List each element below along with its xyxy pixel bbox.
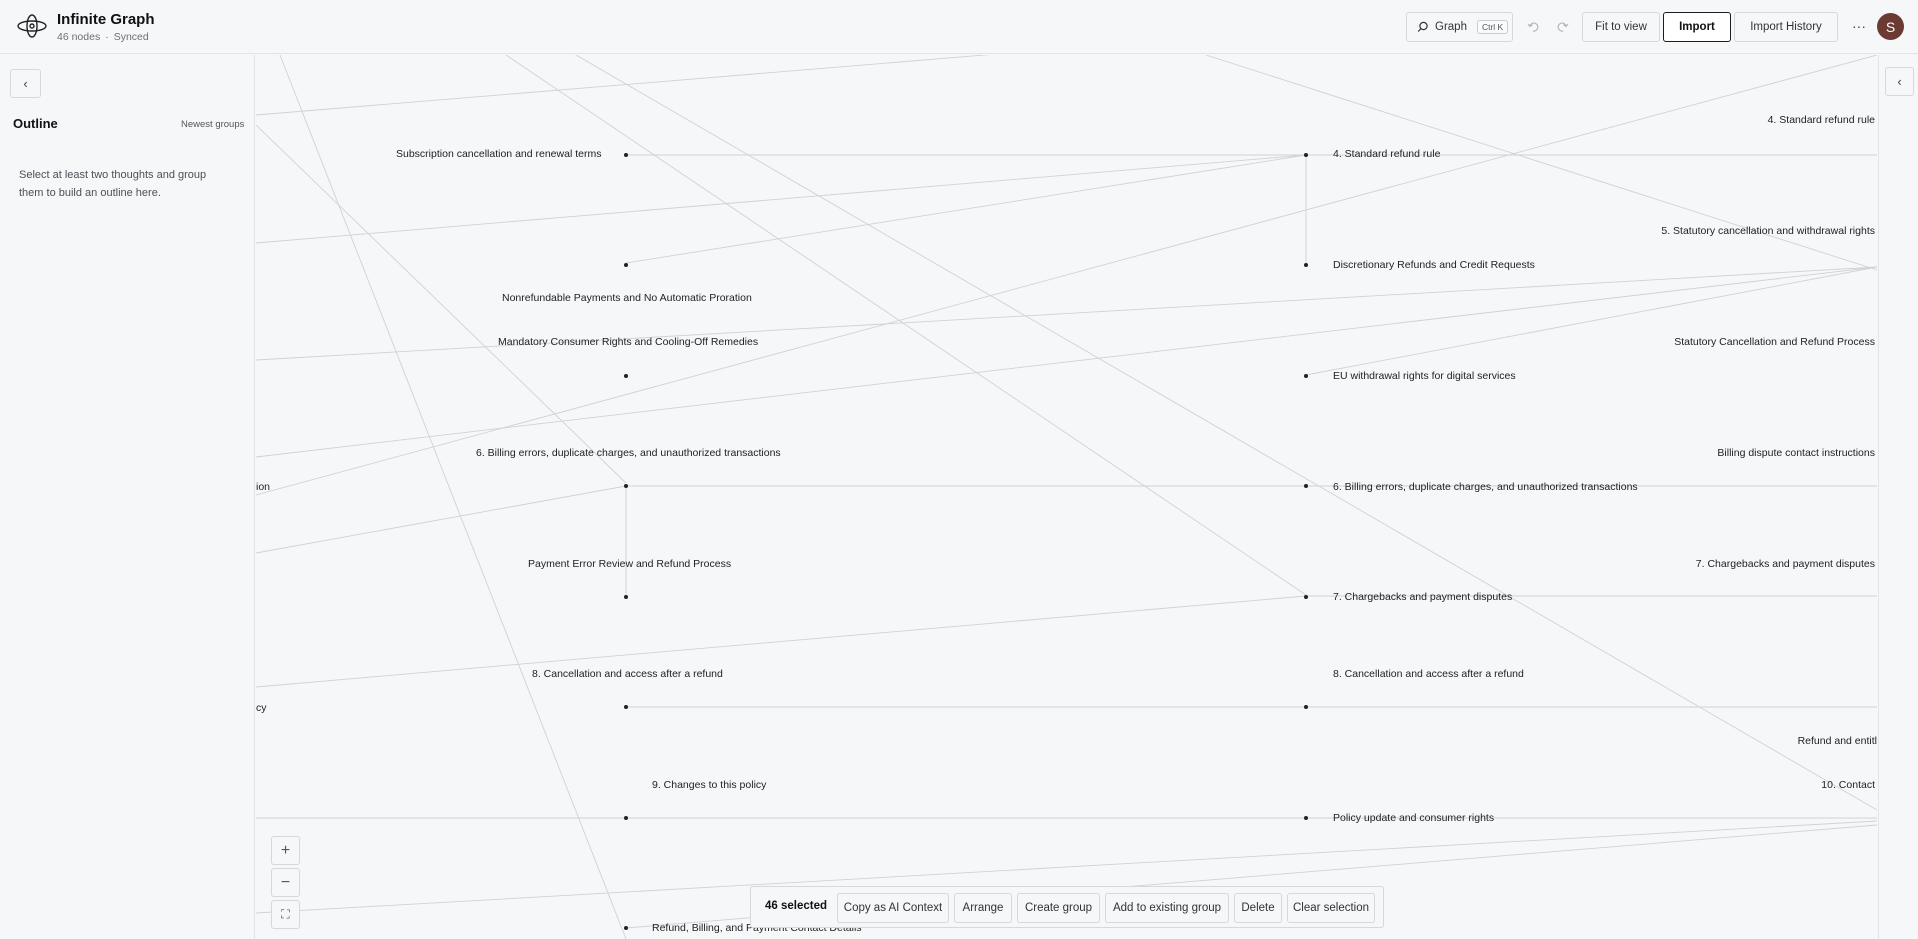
zoom-out-button[interactable]: −: [271, 868, 300, 897]
node-label[interactable]: 4. Standard refund rule: [1333, 148, 1440, 160]
node-dot[interactable]: [624, 705, 628, 709]
outline-title: Outline: [13, 116, 58, 131]
arrange-button[interactable]: Arrange: [954, 893, 1012, 923]
node-label[interactable]: 6. Billing errors, duplicate charges, an…: [476, 447, 781, 459]
node-dot[interactable]: [1304, 816, 1308, 820]
collapse-sidebar-button[interactable]: ‹: [10, 69, 41, 98]
node-dot[interactable]: [1304, 705, 1308, 709]
node-dot[interactable]: [624, 153, 628, 157]
node-label[interactable]: 9. Changes to this policy: [652, 779, 766, 791]
node-dot[interactable]: [624, 263, 628, 267]
delete-button[interactable]: Delete: [1234, 893, 1282, 923]
redo-icon: [1557, 22, 1569, 32]
expand-right-panel-button[interactable]: ‹: [1885, 67, 1914, 96]
node-dot[interactable]: [624, 595, 628, 599]
meta-separator: ·: [105, 31, 109, 43]
node-label[interactable]: 7. Chargebacks and payment disputes: [1696, 558, 1875, 570]
search-label: Graph: [1435, 21, 1467, 33]
node-dot[interactable]: [1304, 484, 1308, 488]
add-to-existing-group-button[interactable]: Add to existing group: [1105, 893, 1229, 923]
node-label[interactable]: Subscription cancellation and renewal te…: [396, 148, 601, 160]
search-button[interactable]: Graph Ctrl K: [1406, 12, 1513, 42]
node-dot[interactable]: [624, 926, 628, 930]
import-history-button[interactable]: Import History: [1734, 12, 1838, 42]
node-label[interactable]: 5. Statutory cancellation and withdrawal…: [1661, 225, 1875, 237]
node-label[interactable]: Mandatory Consumer Rights and Cooling-Of…: [498, 336, 758, 348]
node-dot[interactable]: [624, 484, 628, 488]
graph-canvas[interactable]: Subscription cancellation and renewal te…: [256, 55, 1877, 939]
node-label[interactable]: Statutory Cancellation and Refund Proces…: [1674, 336, 1875, 348]
node-label[interactable]: Nonrefundable Payments and No Automatic …: [502, 292, 752, 304]
outline-empty-hint: Select at least two thoughts and group t…: [19, 169, 207, 199]
copy-ai-context-button[interactable]: Copy as AI Context: [837, 893, 949, 923]
node-label[interactable]: 4. Standard refund rule: [1768, 114, 1875, 126]
fullscreen-button[interactable]: ⛶: [271, 900, 300, 929]
search-shortcut: Ctrl K: [1476, 20, 1509, 34]
node-label[interactable]: ion: [256, 481, 270, 493]
clear-selection-button[interactable]: Clear selection: [1287, 893, 1375, 923]
node-count: 46 nodes: [57, 31, 101, 43]
node-label[interactable]: Discretionary Refunds and Credit Request…: [1333, 259, 1535, 271]
node-label[interactable]: 6. Billing errors, duplicate charges, an…: [1333, 481, 1638, 493]
node-label[interactable]: cy: [256, 702, 267, 714]
more-options-button[interactable]: ···: [1848, 14, 1870, 38]
right-panel-rail: ‹: [1878, 55, 1918, 939]
node-dot[interactable]: [624, 816, 628, 820]
undo-icon: [1527, 22, 1539, 32]
undo-button[interactable]: [1522, 16, 1544, 38]
zoom-in-button[interactable]: +: [271, 836, 300, 865]
selected-count: 46 selected: [765, 900, 828, 912]
search-icon: [1417, 21, 1428, 32]
fit-to-view-button[interactable]: Fit to view: [1582, 12, 1660, 42]
selection-action-bar: 46 selected Copy as AI Context Arrange C…: [750, 886, 1384, 928]
node-label[interactable]: 10. Contact: [1821, 779, 1875, 791]
user-avatar[interactable]: S: [1877, 13, 1904, 40]
node-label[interactable]: 8. Cancellation and access after a refun…: [532, 668, 723, 680]
create-group-button[interactable]: Create group: [1017, 893, 1100, 923]
node-dot[interactable]: [1304, 374, 1308, 378]
node-label[interactable]: 8. Cancellation and access after a refun…: [1333, 668, 1524, 680]
node-dot[interactable]: [624, 374, 628, 378]
node-dot[interactable]: [1304, 595, 1308, 599]
outline-sidebar: ‹ Outline Newest groups Select at least …: [0, 55, 255, 939]
node-label[interactable]: Refund and entitl: [1798, 735, 1877, 747]
newest-groups-link[interactable]: Newest groups: [181, 119, 244, 130]
node-label[interactable]: 7. Chargebacks and payment disputes: [1333, 591, 1512, 603]
node-label[interactable]: Payment Error Review and Refund Process: [528, 558, 731, 570]
node-label[interactable]: Policy update and consumer rights: [1333, 812, 1494, 824]
node-dot[interactable]: [1304, 263, 1308, 267]
sync-status: Synced: [113, 31, 149, 43]
redo-button[interactable]: [1552, 16, 1574, 38]
top-bar: Infinite Graph 46 nodes · Synced Graph Ctr…: [0, 0, 1918, 54]
infinite-graph-logo-icon: [17, 14, 47, 38]
app-meta: 46 nodes · Synced: [57, 31, 149, 43]
node-dot[interactable]: [1304, 153, 1308, 157]
app-title: Infinite Graph: [57, 11, 155, 28]
import-button[interactable]: Import: [1663, 12, 1731, 42]
node-label[interactable]: EU withdrawal rights for digital service…: [1333, 370, 1516, 382]
node-label[interactable]: Billing dispute contact instructions: [1717, 447, 1875, 459]
graph-edges: [256, 55, 1877, 939]
